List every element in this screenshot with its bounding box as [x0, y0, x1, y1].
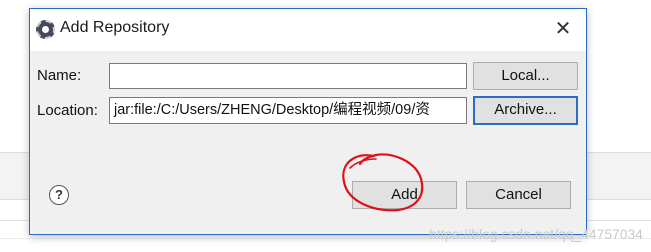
- local-button[interactable]: Local...: [473, 62, 578, 90]
- add-repository-dialog: Add Repository ✕ Name: Local... Location…: [29, 8, 587, 235]
- name-label: Name:: [37, 67, 82, 84]
- close-icon[interactable]: ✕: [540, 9, 586, 51]
- name-input[interactable]: [109, 63, 467, 89]
- cancel-button[interactable]: Cancel: [466, 181, 571, 209]
- help-icon[interactable]: ?: [49, 185, 69, 205]
- app-icon: [36, 20, 55, 39]
- dialog-title: Add Repository: [60, 19, 170, 36]
- watermark: https://blog.csdn.net/qq_44757034: [429, 227, 643, 242]
- title-bar: Add Repository ✕: [30, 9, 586, 51]
- archive-button[interactable]: Archive...: [473, 96, 578, 125]
- add-button[interactable]: Add: [352, 181, 457, 209]
- location-input[interactable]: jar:file:/C:/Users/ZHENG/Desktop/编程视频/09…: [109, 97, 467, 124]
- location-label: Location:: [37, 102, 98, 119]
